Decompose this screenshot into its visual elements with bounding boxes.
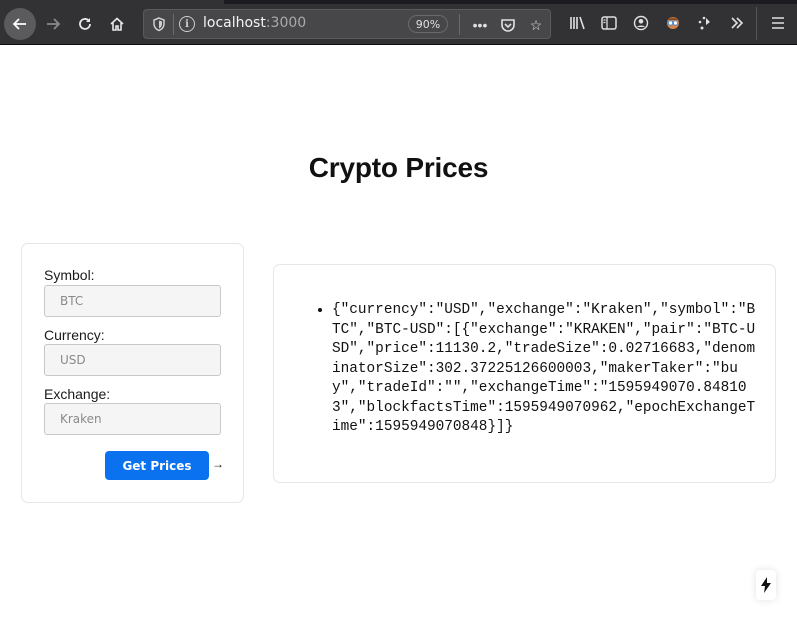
- page-title: Crypto Prices: [308, 152, 489, 183]
- get-prices-button[interactable]: Get Prices: [105, 451, 209, 480]
- info-icon[interactable]: i: [179, 16, 195, 32]
- currency-input[interactable]: [44, 344, 221, 376]
- shield-icon[interactable]: [150, 15, 168, 33]
- dots-arrow-icon[interactable]: [693, 11, 717, 35]
- symbol-label: Symbol:: [44, 267, 95, 283]
- url-host: localhost: [203, 15, 266, 31]
- more-dots-icon[interactable]: •••: [469, 14, 491, 36]
- results-panel: {"currency":"USD","exchange":"Kraken","s…: [273, 264, 776, 483]
- library-icon[interactable]: [565, 11, 589, 35]
- url-bar[interactable]: i localhost:3000 90% ••• ☆: [143, 9, 551, 39]
- account-icon[interactable]: [629, 11, 653, 35]
- star-icon[interactable]: ☆: [525, 14, 547, 36]
- results-list: {"currency":"USD","exchange":"Kraken","s…: [332, 301, 756, 438]
- zoom-level-badge[interactable]: 90%: [408, 15, 448, 33]
- result-item: {"currency":"USD","exchange":"Kraken","s…: [332, 301, 756, 438]
- exchange-label: Exchange:: [44, 386, 111, 402]
- reload-icon: [79, 18, 91, 30]
- currency-label: Currency:: [44, 327, 105, 343]
- forward-arrow-icon: [47, 18, 61, 30]
- back-button[interactable]: [4, 8, 36, 40]
- active-tab[interactable]: [0, 0, 224, 4]
- home-icon: [110, 17, 124, 31]
- url-text[interactable]: localhost:3000: [203, 15, 306, 31]
- divider: [459, 14, 460, 35]
- home-button[interactable]: [102, 9, 132, 39]
- lightning-bolt-icon: [761, 577, 771, 593]
- reload-button[interactable]: [70, 9, 100, 39]
- hamburger-menu-icon[interactable]: [766, 11, 790, 35]
- pocket-icon[interactable]: [497, 14, 519, 36]
- symbol-input[interactable]: [44, 285, 221, 317]
- chevron-double-right-icon[interactable]: [725, 11, 749, 35]
- divider: [756, 7, 757, 40]
- divider: [173, 14, 174, 35]
- exchange-input[interactable]: [44, 403, 221, 435]
- tab-strip: [0, 0, 797, 4]
- dev-indicator-button[interactable]: [756, 570, 776, 600]
- url-port: :3000: [265, 15, 307, 31]
- page-content: Crypto Prices Symbol: Currency: Exchange…: [0, 45, 797, 626]
- back-arrow-icon: [12, 18, 26, 30]
- sidebar-icon[interactable]: [597, 11, 621, 35]
- forward-button[interactable]: [38, 9, 68, 39]
- price-form: Symbol: Currency: Exchange: Get Prices →: [21, 243, 244, 503]
- extension-avatar-icon[interactable]: [661, 11, 685, 35]
- browser-toolbar: i localhost:3000 90% ••• ☆: [0, 0, 797, 45]
- arrow-right-icon: →: [212, 457, 224, 471]
